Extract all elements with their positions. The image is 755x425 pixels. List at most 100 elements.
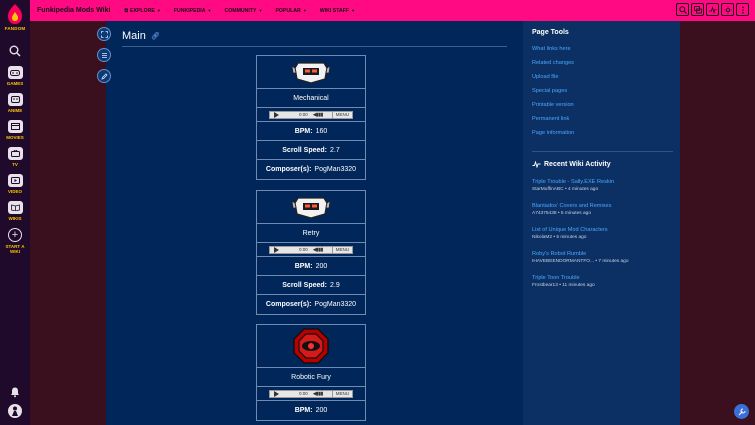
robot-head-icon	[292, 197, 330, 219]
activity-item: List of Unique Mod Characters NikolaM2 •…	[532, 227, 677, 240]
song-name: Retry	[257, 224, 365, 243]
right-rail: Page Tools What links here Related chang…	[523, 21, 680, 425]
nav-popular[interactable]: POPULAR ▼	[275, 8, 306, 14]
what-links-here-link[interactable]: What links here	[532, 46, 571, 52]
activity-icon	[532, 161, 541, 168]
chevron-down-icon: ▼	[302, 8, 307, 13]
activity-title-link[interactable]: Roby's Robot Rumble	[532, 251, 677, 257]
search-icon	[9, 45, 21, 57]
song-name: Mechanical	[257, 89, 365, 108]
composer-row: Composer(s): PogMan3320	[265, 301, 357, 308]
activity-meta: Frostbear13 • 11 minutes ago	[532, 283, 595, 288]
volume-icon[interactable]: ◀▮▮▮	[313, 247, 324, 253]
nav-explore[interactable]: ⧉ EXPLORE ▼	[124, 8, 160, 14]
song-infobox-retry: Retry 0:00 ◀▮▮▮ MENU BPM: 200 Scroll Spee…	[256, 190, 366, 315]
global-search-button[interactable]	[7, 43, 23, 59]
rail-item-anime[interactable]: ANIME	[0, 93, 30, 113]
wiki-name-link[interactable]: Funkipedia Mods Wiki	[37, 7, 110, 14]
composer-row: Composer(s): PogMan3320	[265, 166, 357, 173]
plus-icon: +	[8, 228, 22, 242]
play-icon[interactable]	[274, 246, 279, 253]
activity-meta: A74375438 • 5 minutes ago	[532, 211, 592, 216]
page-side-tools	[97, 27, 113, 90]
rail-item-tv[interactable]: TV	[0, 147, 30, 167]
activity-title-link[interactable]: List of Unique Mod Characters	[532, 227, 677, 233]
song-name: Robotic Fury	[257, 368, 365, 387]
scroll-speed-row: Scroll Speed: 2.7	[257, 141, 365, 160]
bpm-row: BPM: 160	[257, 122, 365, 141]
rail-item-wikis[interactable]: WIKIS	[0, 201, 30, 221]
chevron-down-icon: ▼	[207, 8, 212, 13]
audio-menu-button[interactable]: MENU	[331, 246, 352, 253]
nav-community[interactable]: COMMUNITY ▼	[224, 8, 262, 14]
nav-wiki-staff[interactable]: WIKI STAFF ▼	[320, 8, 355, 14]
table-of-contents-button[interactable]	[97, 48, 111, 62]
volume-icon[interactable]: ◀▮▮▮	[313, 391, 324, 397]
fullscreen-toggle-button[interactable]	[97, 27, 111, 41]
floating-tools-button[interactable]	[734, 404, 749, 419]
pencil-icon	[100, 72, 108, 80]
volume-icon[interactable]: ◀▮▮▮	[313, 112, 324, 118]
play-icon[interactable]	[274, 111, 279, 118]
rail-item-games[interactable]: GAMES	[0, 66, 30, 86]
robot-eye-icon	[293, 328, 329, 364]
discussions-icon	[693, 5, 702, 13]
fandom-heart-icon	[8, 4, 22, 24]
activity-title-link[interactable]: Triple Toon Trouble	[532, 275, 677, 281]
list-icon	[101, 52, 107, 58]
scroll-speed-row: Scroll Speed: 2.9	[257, 276, 365, 295]
related-changes-link[interactable]: Related changes	[532, 60, 574, 66]
page-tools-title: Page Tools	[532, 29, 569, 36]
chevron-down-icon: ▼	[351, 8, 356, 13]
link-icon[interactable]: 🔗︎	[151, 32, 160, 40]
theme-toggle-button[interactable]	[721, 3, 734, 16]
chevron-down-icon: ▼	[156, 8, 161, 13]
start-a-wiki-button[interactable]: + START A WIKI	[0, 228, 30, 254]
audio-player: 0:00 ◀▮▮▮ MENU	[269, 389, 353, 398]
sun-icon	[723, 5, 732, 14]
activity-meta: NikolaM2 • 5 minutes ago	[532, 235, 587, 240]
song-icon-image	[257, 56, 365, 89]
user-avatar[interactable]	[8, 404, 22, 418]
rail-item-movies[interactable]: MOVIES	[0, 120, 30, 140]
edit-page-button[interactable]	[97, 69, 111, 83]
page-title-text: Main	[122, 30, 146, 42]
more-vertical-icon	[741, 6, 744, 13]
activity-title-link[interactable]: Triple Trouble - Sally.EXE Reskin	[532, 179, 677, 185]
audio-menu-button[interactable]: MENU	[331, 111, 352, 118]
rail-item-video[interactable]: VIDEO	[0, 174, 30, 194]
song-icon-image	[257, 191, 365, 224]
nav-funkipedia[interactable]: FUNKIPEDIA ▼	[174, 8, 212, 14]
recent-activity-title: Recent Wiki Activity	[532, 161, 611, 168]
special-pages-link[interactable]: Special pages	[532, 88, 567, 94]
more-options-button[interactable]	[736, 3, 749, 16]
robot-head-icon	[292, 62, 330, 84]
rail-item-label: VIDEO	[7, 189, 22, 194]
printable-version-link[interactable]: Printable version	[532, 102, 574, 108]
audio-player: 0:00 ◀▮▮▮ MENU	[269, 110, 353, 119]
wiki-header: Funkipedia Mods Wiki ⧉ EXPLORE ▼ FUNKIPEDI…	[30, 0, 755, 21]
activity-title-link[interactable]: Blantados' Covers and Remixes	[532, 203, 677, 209]
song-icon-image	[257, 325, 365, 368]
activity-item: Blantados' Covers and Remixes A74375438 …	[532, 203, 677, 216]
header-tools	[674, 3, 749, 16]
recent-changes-button[interactable]	[706, 3, 719, 16]
fandom-logo[interactable]: FANDOM	[0, 3, 30, 35]
bpm-row: BPM: 200	[257, 257, 365, 276]
upload-file-link[interactable]: Upload file	[532, 74, 558, 80]
audio-player-row: 0:00 ◀▮▮▮ MENU	[257, 108, 365, 122]
rail-item-label: WIKIS	[8, 216, 22, 221]
audio-time: 0:00	[299, 247, 308, 252]
permanent-link[interactable]: Permanent link	[532, 116, 569, 122]
wiki-nav: ⧉ EXPLORE ▼ FUNKIPEDIA ▼ COMMUNITY ▼ POPULAR…	[124, 8, 368, 14]
title-divider	[122, 46, 507, 47]
chevron-down-icon: ▼	[258, 8, 263, 13]
activity-meta: IHAVEBEENDORMANTFO... • 7 minutes ago	[532, 259, 629, 264]
audio-menu-button[interactable]: MENU	[331, 390, 352, 397]
discussions-button[interactable]	[691, 3, 704, 16]
page-information-link[interactable]: Page information	[532, 130, 574, 136]
play-icon[interactable]	[274, 390, 279, 397]
song-infobox-robotic-fury: Robotic Fury 0:00 ◀▮▮▮ MENU BPM: 200	[256, 324, 366, 421]
notifications-button[interactable]	[9, 385, 21, 398]
wiki-search-button[interactable]	[676, 3, 689, 16]
